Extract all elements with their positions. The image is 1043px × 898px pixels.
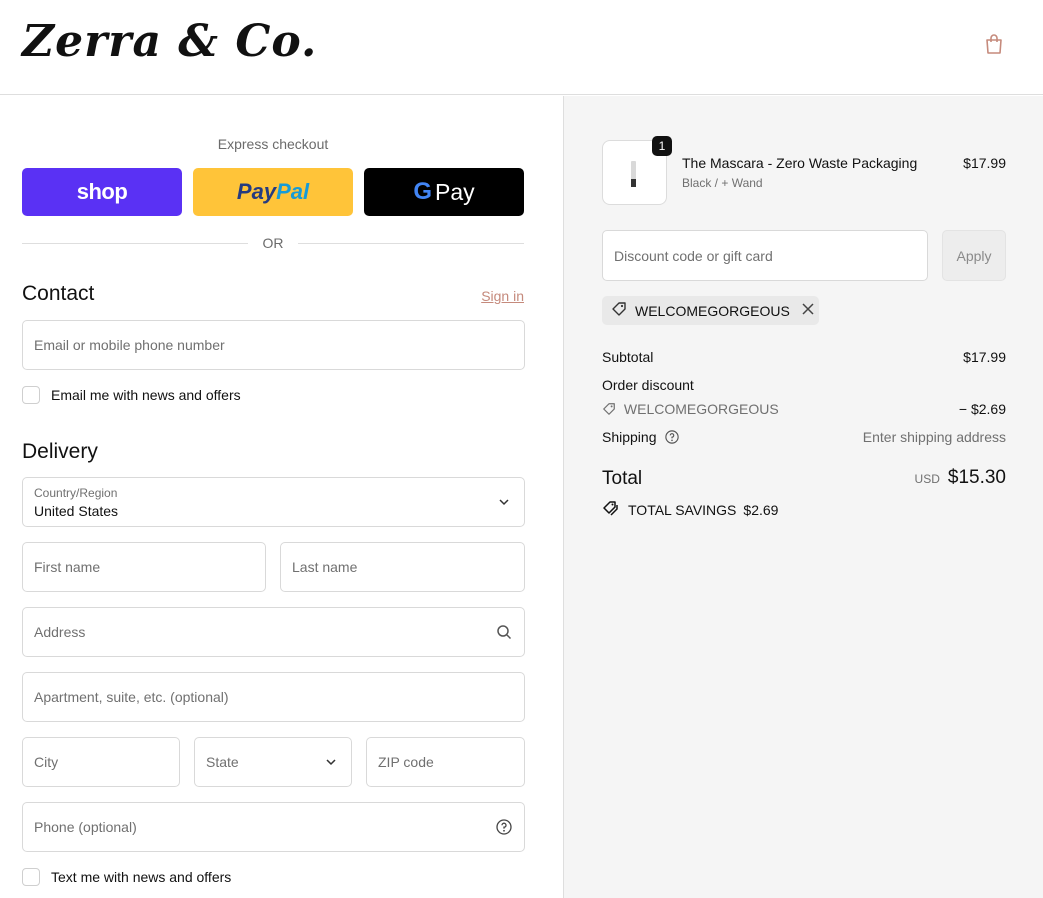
tags-icon <box>602 500 620 519</box>
order-discount-row: Order discount <box>602 377 1006 393</box>
email-field[interactable]: Email or mobile phone number <box>22 320 525 370</box>
order-summary: 1 The Mascara - Zero Waste Packaging Bla… <box>564 96 1043 898</box>
discount-placeholder: Discount code or gift card <box>614 248 773 264</box>
checkout-form: Express checkout shop Pay Pal G Pay OR Co… <box>0 96 564 898</box>
city-placeholder: City <box>34 754 59 770</box>
email-newsletter-row[interactable]: Email me with news and offers <box>22 385 241 405</box>
email-newsletter-checkbox[interactable] <box>22 386 40 404</box>
total-value: $15.30 <box>947 467 1006 488</box>
help-icon[interactable] <box>665 430 680 447</box>
country-label: Country/Region <box>34 486 118 500</box>
paypal-pay-text: Pay <box>236 179 277 204</box>
sms-newsletter-label: Text me with news and offers <box>51 869 232 885</box>
last-name-field[interactable]: Last name <box>280 542 525 592</box>
discount-code-row: WELCOMEGORGEOUS − $2.69 <box>602 401 1006 419</box>
order-discount-label: Order discount <box>602 377 694 393</box>
zip-field[interactable]: ZIP code <box>366 737 525 787</box>
discount-value: − $2.69 <box>958 401 1006 417</box>
applied-discount-chip: WELCOMEGORGEOUS <box>602 296 819 325</box>
shop-pay-label: shop <box>76 179 128 204</box>
first-name-field[interactable]: First name <box>22 542 266 592</box>
divider-line <box>22 243 248 244</box>
apply-button[interactable]: Apply <box>942 230 1006 281</box>
help-icon[interactable] <box>496 819 512 835</box>
subtotal-label: Subtotal <box>602 349 654 365</box>
divider-line <box>298 243 524 244</box>
express-checkout-label: Express checkout <box>217 136 329 152</box>
total-savings-row: TOTAL SAVINGS $2.69 <box>602 500 778 519</box>
zip-placeholder: ZIP code <box>378 754 434 770</box>
chevron-down-icon <box>323 754 339 770</box>
product-price: $17.99 <box>963 155 1006 171</box>
email-placeholder: Email or mobile phone number <box>34 337 225 353</box>
country-value: United States <box>34 503 119 519</box>
savings-label: TOTAL SAVINGS <box>628 501 737 518</box>
sms-newsletter-checkbox[interactable] <box>22 868 40 886</box>
product-variant: Black / + Wand <box>682 176 763 190</box>
city-field[interactable]: City <box>22 737 180 787</box>
phone-field[interactable]: Phone (optional) <box>22 802 525 852</box>
chevron-down-icon <box>496 494 512 510</box>
tag-icon <box>611 301 627 320</box>
email-newsletter-label: Email me with news and offers <box>51 387 241 403</box>
shopping-bag-icon[interactable] <box>983 33 1005 55</box>
total-amount: USD $15.30 <box>915 467 1006 489</box>
shipping-label: Shipping <box>602 429 657 445</box>
paypal-button[interactable]: Pay Pal <box>193 168 353 216</box>
sign-in-link[interactable]: Sign in <box>470 288 524 304</box>
subtotal-value: $17.99 <box>963 349 1006 365</box>
google-g-icon: G <box>413 178 433 205</box>
last-name-placeholder: Last name <box>292 559 358 575</box>
savings-value: $2.69 <box>743 501 779 518</box>
applied-discount-code: WELCOMEGORGEOUS <box>635 302 790 319</box>
sms-newsletter-row[interactable]: Text me with news and offers <box>22 867 231 887</box>
quantity-badge: 1 <box>652 136 672 156</box>
currency-code: USD <box>914 472 940 486</box>
state-placeholder: State <box>206 754 239 770</box>
discount-code-text: WELCOMEGORGEOUS <box>623 401 779 417</box>
delivery-heading: Delivery <box>22 440 98 463</box>
contact-heading: Contact <box>22 282 95 305</box>
apartment-field[interactable]: Apartment, suite, etc. (optional) <box>22 672 525 722</box>
brand-logo[interactable]: Zerra & Co. <box>22 14 317 70</box>
state-select[interactable]: State <box>194 737 352 787</box>
shipping-value: Enter shipping address <box>862 429 1006 445</box>
shipping-row: Shipping Enter shipping address <box>602 429 1006 447</box>
shop-pay-button[interactable]: shop <box>22 168 182 216</box>
search-icon[interactable] <box>496 624 512 640</box>
discount-code-input[interactable]: Discount code or gift card <box>602 230 928 281</box>
google-pay-label: Pay <box>435 178 475 205</box>
apartment-placeholder: Apartment, suite, etc. (optional) <box>34 689 229 705</box>
phone-placeholder: Phone (optional) <box>34 819 137 835</box>
country-select[interactable]: Country/Region United States <box>22 477 525 527</box>
or-text: OR <box>262 235 284 251</box>
or-divider: OR <box>22 235 524 251</box>
tag-icon <box>602 402 616 419</box>
first-name-placeholder: First name <box>34 559 101 575</box>
subtotal-row: Subtotal $17.99 <box>602 349 1006 365</box>
product-name: The Mascara - Zero Waste Packaging <box>682 155 918 171</box>
site-header: Zerra & Co. <box>0 0 1043 95</box>
close-icon[interactable] <box>801 302 815 319</box>
address-placeholder: Address <box>34 624 86 640</box>
total-label: Total <box>602 468 643 489</box>
paypal-pal-text: Pal <box>276 179 310 204</box>
address-field[interactable]: Address <box>22 607 525 657</box>
google-pay-button[interactable]: G Pay <box>364 168 524 216</box>
